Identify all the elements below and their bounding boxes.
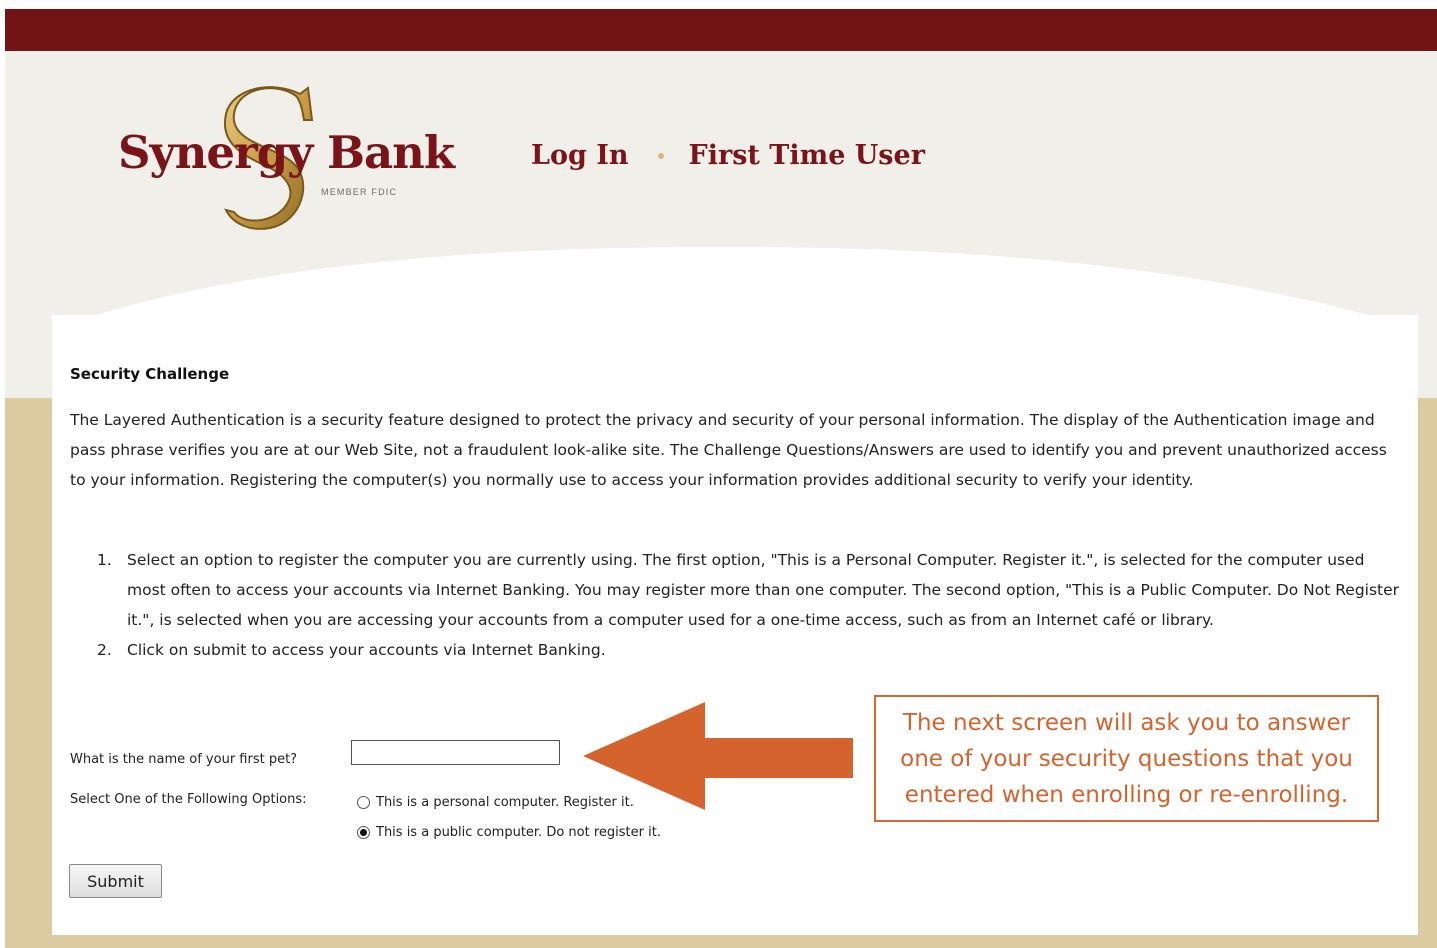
logo-member-fdic: MEMBER FDIC: [321, 187, 398, 197]
instruction-number: 2.: [97, 641, 112, 659]
public-computer-option[interactable]: This is a public computer. Do not regist…: [357, 825, 661, 840]
annotation-arrow-icon: [583, 702, 853, 810]
page-title: Security Challenge: [70, 365, 230, 383]
intro-paragraph: The Layered Authentication is a security…: [70, 411, 1387, 489]
instruction-text: Select an option to register the compute…: [127, 551, 1400, 629]
nav-separator-dot: [657, 152, 664, 159]
synergy-bank-logo[interactable]: Synergy Bank MEMBER FDIC: [118, 84, 455, 232]
pet-answer-input[interactable]: [351, 740, 560, 765]
instruction-number: 1.: [97, 551, 112, 569]
options-label: Select One of the Following Options:: [70, 792, 307, 807]
public-computer-label: This is a public computer. Do not regist…: [376, 825, 661, 840]
instruction-item: 1. Select an option to register the comp…: [70, 545, 1400, 635]
callout-line: one of your security questions that you: [900, 745, 1353, 772]
top-bar: [5, 9, 1437, 51]
instruction-item: 2. Click on submit to access your accoun…: [70, 635, 1400, 665]
pet-question-label: What is the name of your first pet?: [70, 752, 298, 767]
instruction-text: Click on submit to access your accounts …: [127, 641, 606, 659]
logo-wordmark: Synergy Bank: [118, 126, 455, 179]
submit-button[interactable]: Submit: [69, 864, 162, 898]
nav-first-time-user-link[interactable]: First Time User: [689, 140, 925, 171]
public-computer-radio[interactable]: [357, 826, 370, 839]
annotation-callout: The next screen will ask you to answer o…: [874, 695, 1379, 822]
header-nav: Log In First Time User: [531, 140, 925, 171]
personal-computer-radio[interactable]: [357, 796, 370, 809]
callout-line: entered when enrolling or re-enrolling.: [904, 781, 1349, 808]
callout-line: The next screen will ask you to answer: [902, 709, 1351, 736]
instruction-list: 1. Select an option to register the comp…: [70, 545, 1400, 665]
nav-login-link[interactable]: Log In: [531, 140, 629, 171]
